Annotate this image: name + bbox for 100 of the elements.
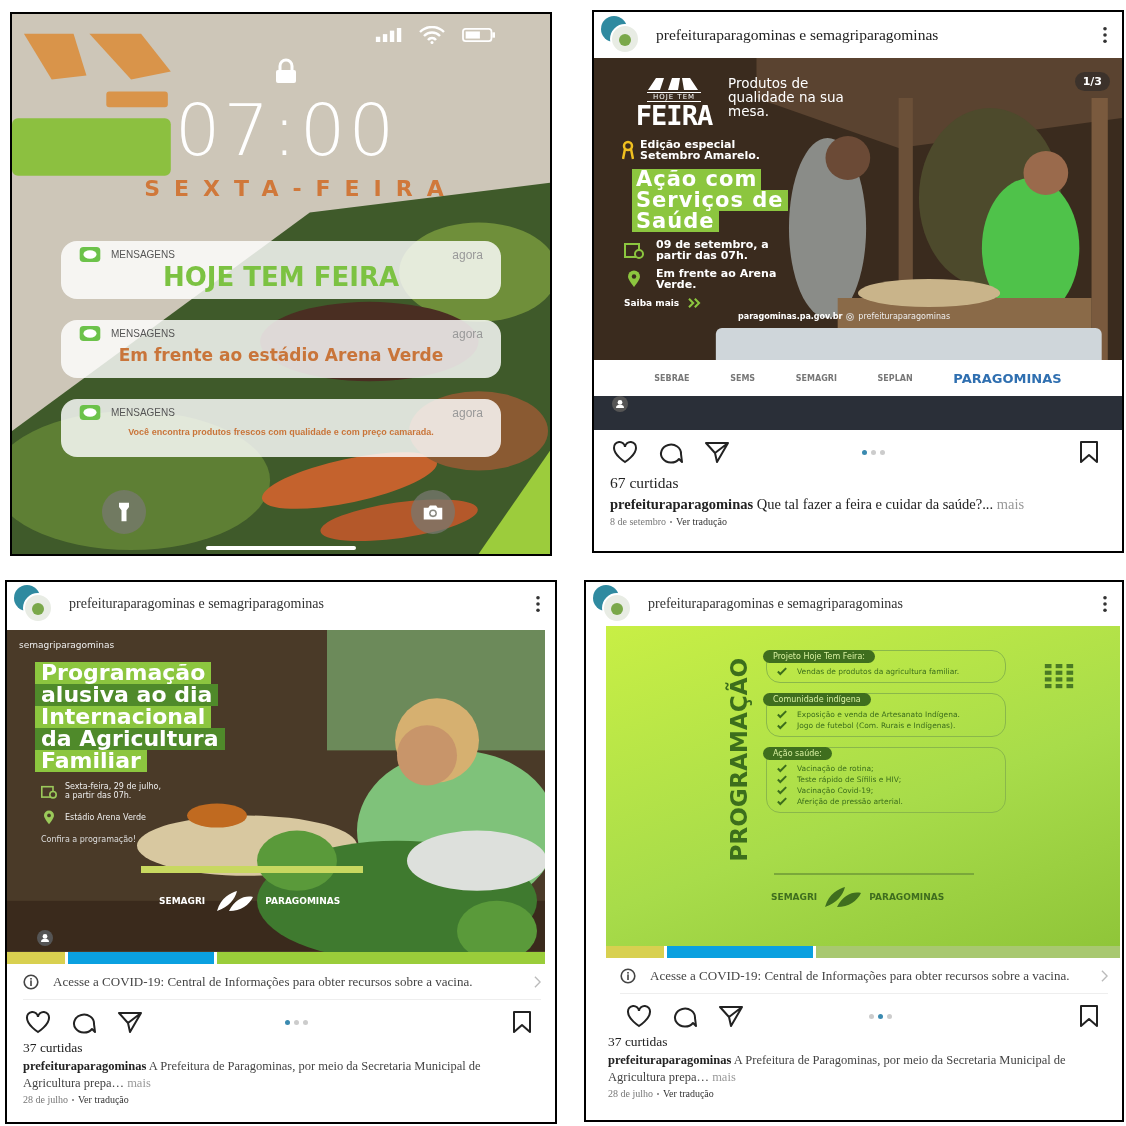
website-url: paragominas.pa.gov.br xyxy=(738,312,843,321)
sponsor-logo: SEPLAN xyxy=(877,373,913,383)
event-date: Sexta-feira, 29 de julho, a partir das 07h. xyxy=(65,782,163,800)
like-icon[interactable] xyxy=(25,1010,51,1034)
message-icon xyxy=(79,405,101,420)
carousel-dot[interactable] xyxy=(886,1013,892,1019)
weekday-label: SEXTA-FEIRA xyxy=(144,176,458,201)
social-media-icon xyxy=(846,312,855,321)
carousel-dot[interactable] xyxy=(879,449,885,455)
account-handle: semagriparagominas xyxy=(19,640,115,650)
more-options-icon[interactable] xyxy=(1102,26,1108,44)
double-chevron-icon xyxy=(687,298,702,308)
post-caption: prefeituraparagominas Que tal fazer a feira e cuidar da saúde?... mais xyxy=(610,495,1026,514)
translation-link[interactable]: Ver tradução xyxy=(78,1094,129,1105)
sponsor-logo: PARAGOMINAS xyxy=(265,896,341,906)
section-heading: Ação saúde: xyxy=(763,747,832,760)
info-icon xyxy=(620,967,636,984)
calendar-icon xyxy=(624,241,644,259)
chevron-right-icon xyxy=(1101,969,1108,982)
sponsor-logo: SEMAGRI xyxy=(159,896,206,906)
checkmark-icon xyxy=(777,667,787,676)
program-link[interactable]: Confira a programação! xyxy=(41,835,137,844)
section-heading: Projeto Hoje Tem Feira: xyxy=(763,650,875,663)
post-authors[interactable]: prefeituraparagominas e semagriparagominas xyxy=(656,26,939,44)
event-place: Em frente ao Arena Verde. xyxy=(656,268,778,290)
post-caption: prefeituraparagominas A Prefeitura de Paragominas, por meio da Secretaria Municipal de Agricultura prepa… mais xyxy=(23,1058,482,1092)
location-pin-icon xyxy=(41,810,57,825)
post-date: 28 de julho xyxy=(23,1094,68,1105)
share-icon[interactable] xyxy=(704,440,730,464)
message-icon xyxy=(79,326,101,341)
notification-text: HOJE TEM FEIRA xyxy=(161,262,401,292)
like-count: 37 curtidas xyxy=(608,1034,669,1050)
camera-icon xyxy=(422,503,444,521)
learn-more-link[interactable]: Saiba mais xyxy=(624,298,702,308)
covid-notice-text: Acesse a COVID-19: Central de Informações para obter recursos sobre a vacina. xyxy=(650,967,1071,985)
sponsor-logo: PARAGOMINAS xyxy=(953,370,1062,386)
translation-link[interactable]: Ver tradução xyxy=(663,1088,714,1099)
sponsor-logo: SEMAGRI xyxy=(795,373,837,383)
more-options-icon[interactable] xyxy=(535,595,541,613)
event-place: Estádio Arena Verde xyxy=(65,813,147,822)
social-handle: prefeituraparagominas xyxy=(858,312,951,321)
app-name: MENSAGENS xyxy=(111,407,175,418)
sponsor-logo: SEMS xyxy=(730,373,756,383)
flashlight-icon xyxy=(118,502,130,522)
carousel-dot[interactable] xyxy=(284,1019,290,1025)
share-icon[interactable] xyxy=(117,1010,143,1034)
event-date: 09 de setembro, a partir das 07h. xyxy=(656,239,770,261)
covid-info-banner[interactable]: Acesse a COVID-19: Central de Informações para obter recursos sobre a vacina. xyxy=(23,972,541,1000)
covid-notice-text: Acesse a COVID-19: Central de Informações para obter recursos sobre a vacina. xyxy=(53,973,474,991)
more-options-icon[interactable] xyxy=(1102,595,1108,613)
notification-time: agora xyxy=(452,405,483,420)
carousel-dot[interactable] xyxy=(302,1019,308,1025)
covid-info-banner[interactable]: Acesse a COVID-19: Central de Informações para obter recursos sobre a vacina. xyxy=(620,966,1108,994)
section-heading: Comunidade indígena xyxy=(763,693,871,706)
sponsor-logo: SEBRAE xyxy=(654,373,690,383)
tagline: Produtos de qualidade na sua mesa. xyxy=(728,76,845,121)
like-count: 67 curtidas xyxy=(610,474,680,492)
app-name: MENSAGENS xyxy=(111,328,175,339)
signal-icon xyxy=(374,28,404,42)
sponsor-logo: PARAGOMINAS xyxy=(869,892,945,903)
sponsor-logo: SEMAGRI xyxy=(771,892,818,903)
post-caption: prefeituraparagominas A Prefeitura de Paragominas, por meio da Secretaria Municipal de Agricultura prepa… mais xyxy=(608,1052,1067,1086)
image-counter: 1/3 xyxy=(1074,72,1110,91)
translation-link[interactable]: Ver tradução xyxy=(676,516,727,527)
leaf-logo-icon xyxy=(823,885,864,910)
notification-card[interactable]: MENSAGENS agora HOJE TEM FEIRA xyxy=(61,241,501,299)
ribbon-icon xyxy=(622,140,634,160)
notification-time: agora xyxy=(452,247,483,262)
leaf-logo-icon xyxy=(215,889,256,913)
wifi-icon xyxy=(418,26,446,44)
notification-time: agora xyxy=(452,326,483,341)
post-authors[interactable]: prefeituraparagominas e semagriparagominas xyxy=(648,596,903,612)
chevron-right-icon xyxy=(534,975,541,988)
user-tag-icon[interactable] xyxy=(612,396,628,412)
like-icon[interactable] xyxy=(612,440,638,464)
carousel-dot[interactable] xyxy=(868,1013,874,1019)
lock-icon xyxy=(274,58,298,84)
post-date: 8 de setembro xyxy=(610,516,667,527)
like-count: 37 curtidas xyxy=(23,1040,84,1056)
user-tag-icon[interactable] xyxy=(37,930,53,946)
edition-text: Edição especial Setembro Amarelo. xyxy=(640,139,762,161)
carousel-dot[interactable] xyxy=(861,449,867,455)
notification-text: Em frente ao estádio Arena Verde xyxy=(117,344,445,367)
info-icon xyxy=(23,973,39,990)
notification-text: Você encontra produtos frescos com qualidade e com preço camarada. xyxy=(127,426,435,439)
carousel-dot[interactable] xyxy=(877,1013,883,1019)
app-name: MENSAGENS xyxy=(111,249,175,260)
carousel-dot[interactable] xyxy=(293,1019,299,1025)
clock-time: 07:00 xyxy=(174,94,398,166)
post-authors[interactable]: prefeituraparagominas e semagriparagominas xyxy=(69,596,324,612)
logo-wordmark: FEIRA xyxy=(635,102,713,129)
calendar-icon xyxy=(41,783,57,799)
post-date: 28 de julho xyxy=(608,1088,653,1099)
battery-icon xyxy=(460,27,498,43)
carousel-dot[interactable] xyxy=(870,449,876,455)
message-icon xyxy=(79,247,101,262)
notification-card[interactable]: MENSAGENS agora Você encontra produtos frescos com qualidade e com preço camarada. xyxy=(61,399,501,457)
share-icon[interactable] xyxy=(718,1004,744,1028)
like-icon[interactable] xyxy=(626,1004,652,1028)
notification-card[interactable]: MENSAGENS agora Em frente ao estádio Arena Verde xyxy=(61,320,501,378)
